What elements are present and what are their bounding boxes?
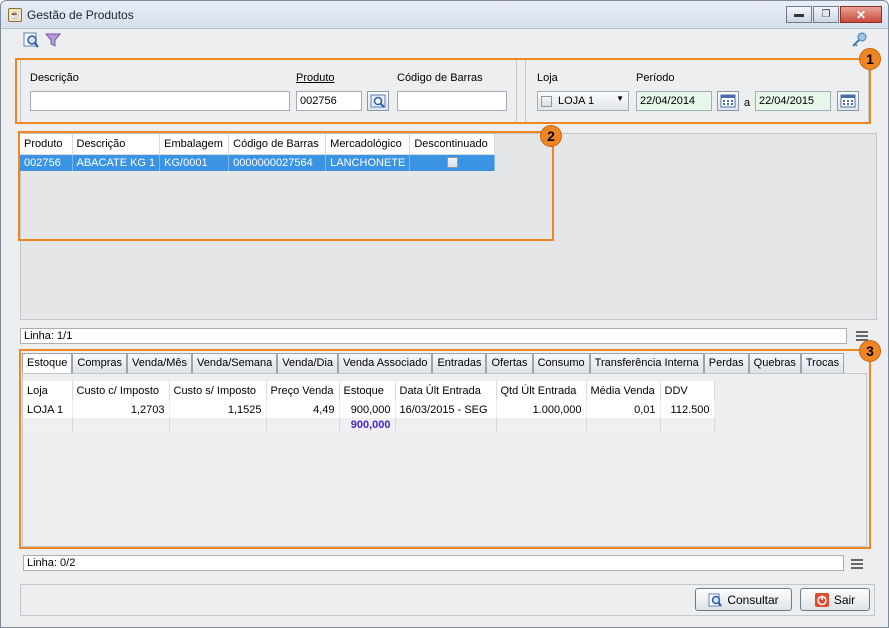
- badge-2: 2: [540, 125, 562, 147]
- power-icon: [814, 592, 829, 607]
- consultar-button[interactable]: Consultar: [695, 588, 792, 611]
- close-button[interactable]: ✕: [840, 6, 882, 23]
- products-status: Linha: 1/1: [20, 328, 847, 344]
- badge-3: 3: [859, 340, 881, 362]
- consultar-button-label: Consultar: [727, 592, 779, 607]
- highlight-box-1: [15, 58, 871, 124]
- minimize-button[interactable]: ▬: [786, 6, 812, 23]
- stock-menu-icon[interactable]: [851, 559, 863, 569]
- window-title: Gestão de Produtos: [27, 8, 134, 22]
- window-controls: ▬ ❐ ✕: [786, 6, 882, 23]
- title-bar: ☕ Gestão de Produtos ▬ ❐ ✕: [1, 1, 888, 29]
- key-icon[interactable]: [850, 31, 868, 49]
- sair-button-label: Sair: [833, 592, 856, 607]
- restore-button[interactable]: ❐: [813, 6, 839, 23]
- badge-1: 1: [859, 48, 881, 70]
- java-app-icon: ☕: [8, 8, 22, 22]
- filter-icon[interactable]: [44, 31, 62, 49]
- main-window: ☕ Gestão de Produtos ▬ ❐ ✕ Descrição Pro…: [0, 0, 889, 628]
- search-icon: [708, 593, 723, 607]
- stock-status: Linha: 0/2: [23, 555, 844, 571]
- highlight-box-2: [18, 131, 554, 241]
- sair-button[interactable]: Sair: [800, 588, 870, 611]
- highlight-box-3: [19, 349, 871, 549]
- search-doc-icon[interactable]: [22, 31, 40, 49]
